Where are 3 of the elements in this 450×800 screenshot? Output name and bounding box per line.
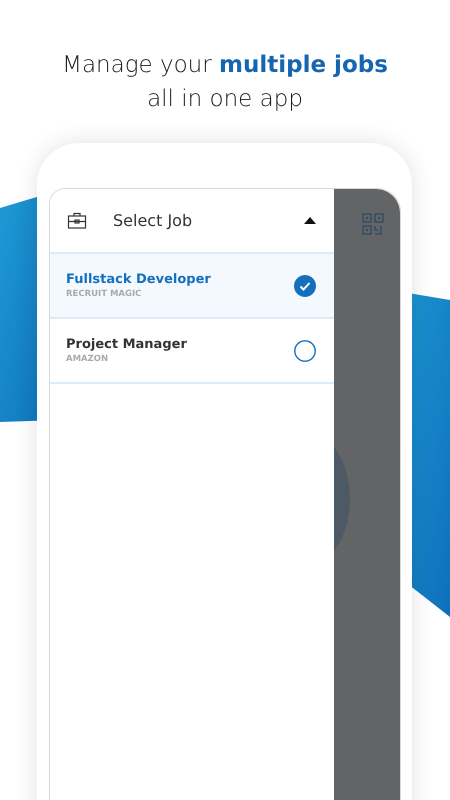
headline-text: all in one app	[147, 85, 303, 114]
job-item[interactable]: Fullstack Developer RECRUIT MAGIC	[50, 254, 334, 319]
headline-text: Manage your multiple jobs	[62, 51, 388, 80]
